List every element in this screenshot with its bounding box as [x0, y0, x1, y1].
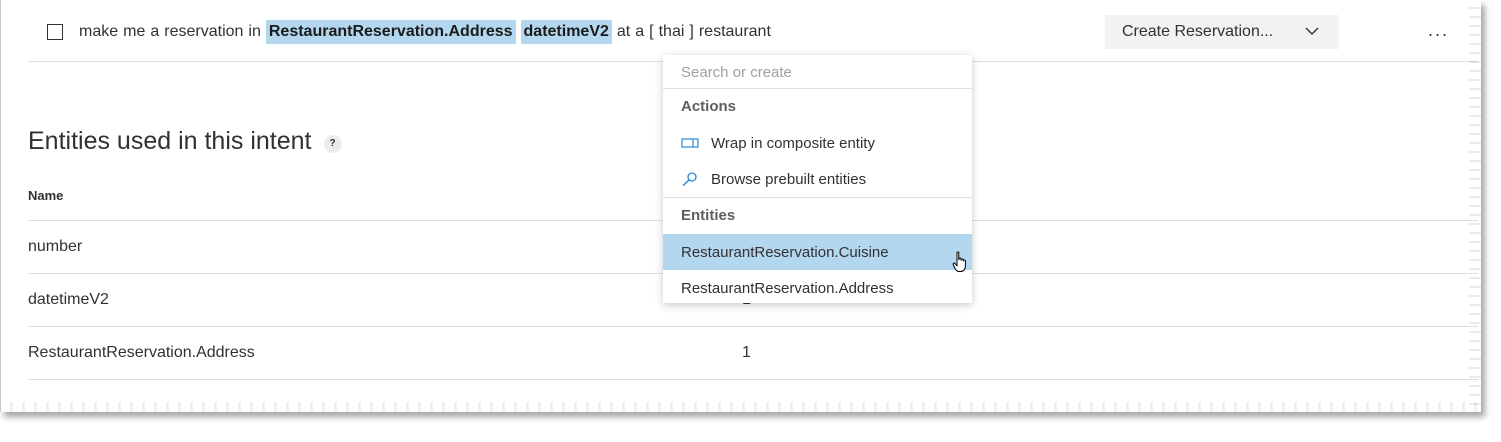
screenshot-frame: make me a reservation in RestaurantReser…	[0, 0, 1481, 412]
intent-select-label: Create Reservation...	[1122, 23, 1274, 40]
entity-name: number	[28, 238, 83, 255]
browse-prebuilt-entities-item[interactable]: Browse prebuilt entities	[663, 161, 972, 197]
entity-option-address[interactable]: RestaurantReservation.Address	[663, 270, 972, 306]
utterance-token[interactable]: a	[150, 23, 159, 41]
menu-item-label: RestaurantReservation.Cuisine	[681, 243, 889, 261]
entities-group-header: Entities	[681, 207, 736, 224]
utterance-token[interactable]: a	[635, 23, 644, 41]
entity-search-input[interactable]: Search or create	[663, 55, 972, 89]
torn-edge-right	[1469, 0, 1481, 412]
selection-bracket-close: ]	[689, 23, 694, 40]
utterance-token[interactable]: at	[617, 23, 630, 41]
actions-group-header: Actions	[681, 98, 737, 115]
utterance-token[interactable]: me	[123, 23, 145, 41]
labeled-entity-address[interactable]: RestaurantReservation.Address	[265, 20, 516, 44]
entity-count: 1	[742, 344, 751, 361]
table-row[interactable]: RestaurantReservation.Address 1	[28, 327, 1478, 380]
help-icon[interactable]: ?	[323, 134, 342, 153]
entity-option-cuisine[interactable]: RestaurantReservation.Cuisine	[663, 234, 972, 272]
menu-item-label: Wrap in composite entity	[711, 134, 875, 152]
utterance-token[interactable]: make	[79, 23, 118, 41]
selected-token-thai[interactable]: thai	[659, 23, 685, 41]
menu-item-label: Browse prebuilt entities	[711, 170, 867, 188]
entity-picker-menu: Search or create Actions Wrap in composi…	[663, 55, 972, 303]
labeled-entity-datetime[interactable]: datetimeV2	[520, 20, 612, 44]
column-header-name[interactable]: Name	[28, 188, 63, 203]
utterance-text[interactable]: make me a reservation in RestaurantReser…	[79, 20, 776, 44]
intent-select-dropdown[interactable]: Create Reservation...	[1105, 15, 1339, 49]
search-icon	[682, 172, 697, 186]
wrap-composite-entity-item[interactable]: Wrap in composite entity	[663, 125, 972, 161]
selection-bracket-open: [	[649, 23, 654, 40]
section-title-text: Entities used in this intent	[28, 127, 312, 155]
utterance-token[interactable]: in	[248, 23, 260, 41]
row-select-checkbox[interactable]	[47, 24, 63, 40]
torn-edge-bottom	[1, 402, 1481, 412]
section-title: Entities used in this intent ?	[28, 127, 342, 156]
more-options-button[interactable]: ...	[1428, 20, 1449, 41]
utterance-token[interactable]: reservation	[164, 23, 243, 41]
chevron-down-icon	[1305, 27, 1319, 35]
composite-entity-icon	[681, 138, 699, 148]
menu-item-label: RestaurantReservation.Address	[681, 279, 894, 297]
utterance-token[interactable]: restaurant	[699, 23, 771, 41]
entity-name: RestaurantReservation.Address	[28, 344, 255, 361]
entity-name: datetimeV2	[28, 291, 109, 308]
